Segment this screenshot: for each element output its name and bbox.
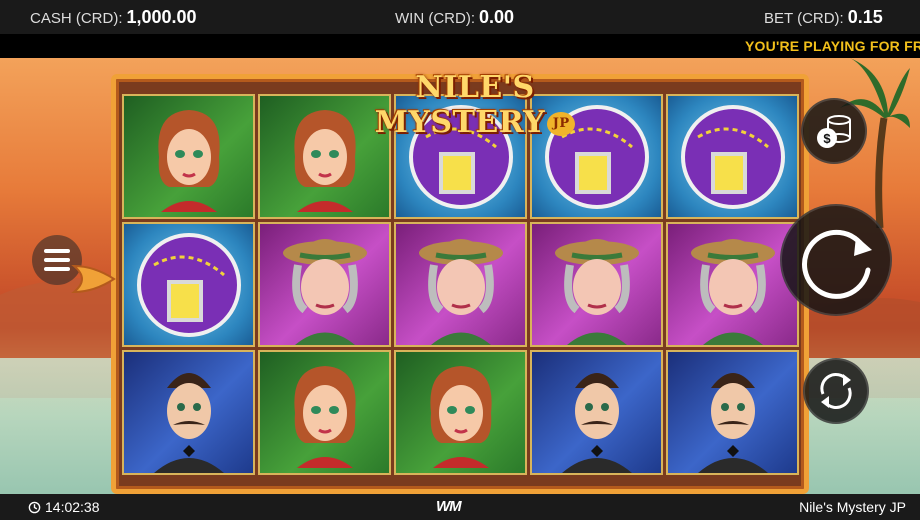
symbol-gentleman — [530, 350, 663, 475]
young-lady-icon — [293, 365, 356, 468]
young-lady-icon — [157, 109, 220, 212]
symbol-gentleman — [666, 350, 799, 475]
young-lady-icon — [293, 109, 356, 212]
symbol-young-lady — [122, 94, 255, 219]
svg-text:$: $ — [823, 131, 831, 146]
game-logo: NILE'S MYSTERY JP — [330, 70, 620, 140]
symbol-older-lady — [394, 222, 527, 347]
win-value: 0.00 — [478, 7, 515, 27]
message-ticker: YOU'RE PLAYING FOR FRE — [0, 34, 920, 58]
spin-button[interactable] — [780, 204, 892, 316]
autoplay-icon — [820, 373, 852, 409]
symbol-young-lady — [258, 94, 391, 219]
older-lady-icon — [690, 238, 775, 345]
gentleman-icon — [561, 372, 632, 473]
top-bar: CASH (CRD): 1,000.00 WIN (CRD): 0.00 BET (… — [0, 0, 920, 34]
brand-logo: WM — [436, 498, 462, 515]
gentleman-icon — [697, 372, 768, 473]
clock-display: 14:02:38 — [28, 499, 100, 515]
logo-jp-badge: JP — [547, 112, 576, 136]
reel-grid — [122, 94, 799, 478]
older-lady-icon — [554, 238, 639, 345]
coin-stack-icon: $ — [817, 115, 851, 148]
clock-icon — [28, 501, 41, 514]
game-name: Nile's Mystery JP — [799, 499, 906, 515]
bet-value: 0.15 — [847, 7, 883, 27]
symbol-gentleman — [122, 350, 255, 475]
clock-time: 14:02:38 — [45, 499, 100, 515]
payline-arrow-icon — [71, 264, 116, 294]
symbol-gem-necklace — [122, 222, 255, 347]
win-display: WIN (CRD): 0.00 — [395, 7, 514, 28]
symbol-young-lady — [394, 350, 527, 475]
spin-arrow-icon — [802, 229, 872, 299]
symbol-gem-necklace — [666, 94, 799, 219]
cash-label: CASH (CRD): — [30, 10, 123, 27]
gem-necklace-icon — [680, 104, 785, 209]
win-label: WIN (CRD): — [395, 10, 475, 27]
logo-text: NILE'S MYSTERY — [374, 70, 546, 140]
cash-display: CASH (CRD): 1,000.00 — [30, 7, 197, 28]
symbol-older-lady — [258, 222, 391, 347]
bet-label: BET (CRD): — [764, 10, 844, 27]
older-lady-icon — [282, 238, 367, 345]
gentleman-icon — [153, 372, 224, 473]
autoplay-button[interactable] — [803, 358, 869, 424]
cash-value: 1,000.00 — [126, 7, 197, 27]
symbol-older-lady — [666, 222, 799, 347]
older-lady-icon — [418, 238, 503, 345]
gem-necklace-icon — [136, 232, 241, 337]
bottom-bar: 14:02:38 WM Nile's Mystery JP — [0, 494, 920, 520]
bet-display: BET (CRD): 0.15 — [764, 7, 883, 28]
symbol-older-lady — [530, 222, 663, 347]
bet-settings-button[interactable]: $ — [801, 98, 867, 164]
young-lady-icon — [429, 365, 492, 468]
symbol-young-lady — [258, 350, 391, 475]
ticker-text: YOU'RE PLAYING FOR FRE — [745, 38, 920, 54]
